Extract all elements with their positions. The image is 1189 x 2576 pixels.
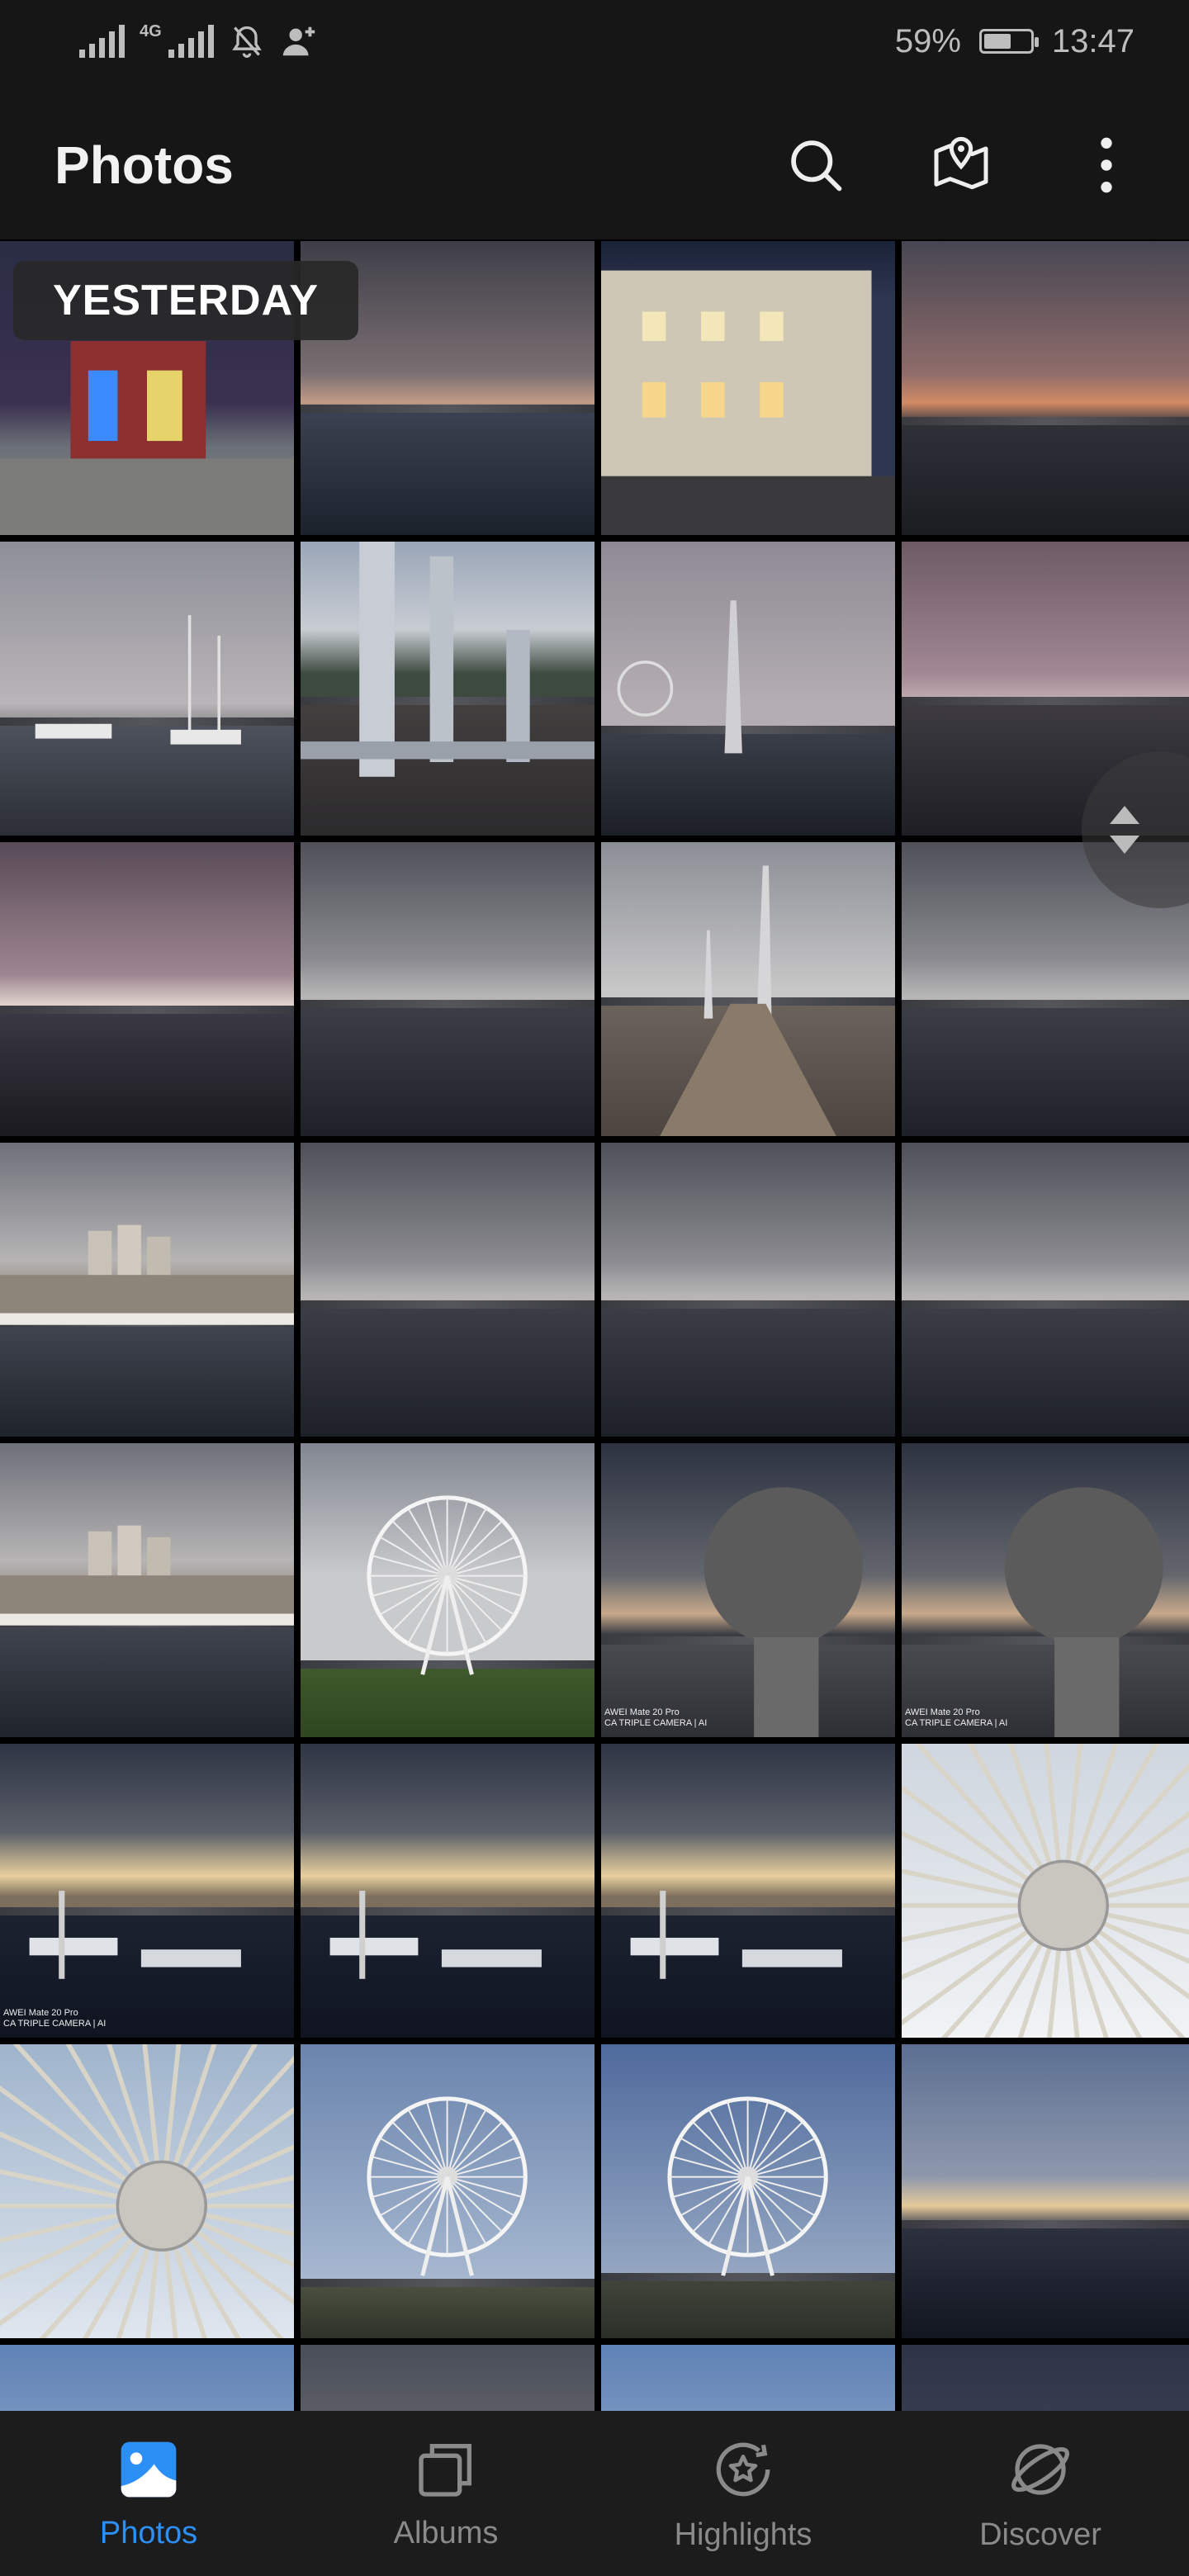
thumb-water bbox=[0, 1012, 294, 1136]
photo-thumbnail[interactable] bbox=[301, 1143, 594, 1437]
top-bar: 4G 59% 13:47 Photos bbox=[0, 0, 1189, 239]
photo-thumbnail[interactable]: AWEI Mate 20 Pro CA TRIPLE CAMERA | AI bbox=[601, 1443, 895, 1737]
battery-percent: 59% bbox=[894, 22, 961, 59]
photo-thumbnail[interactable]: AWEI Mate 20 Pro CA TRIPLE CAMERA | AI bbox=[0, 1744, 294, 2038]
app-bar: Photos bbox=[0, 116, 1189, 215]
scroll-down-arrow-icon bbox=[1110, 836, 1139, 854]
map-pin-icon bbox=[934, 136, 988, 190]
photo-thumbnail[interactable] bbox=[601, 1143, 895, 1437]
thumb-horizon bbox=[902, 1300, 1189, 1309]
photo-thumbnail[interactable] bbox=[301, 1443, 594, 1737]
search-icon bbox=[791, 140, 842, 192]
thumb-horizon bbox=[301, 1000, 594, 1009]
thumb-horizon bbox=[301, 1300, 594, 1309]
nav-label: Discover bbox=[979, 2517, 1101, 2552]
photo-grid: AWEI Mate 20 Pro CA TRIPLE CAMERA | AI AW… bbox=[0, 241, 1189, 2421]
photo-thumbnail[interactable] bbox=[0, 1443, 294, 1737]
camera-watermark: AWEI Mate 20 Pro CA TRIPLE CAMERA | AI bbox=[604, 1707, 708, 1728]
camera-watermark: AWEI Mate 20 Pro CA TRIPLE CAMERA | AI bbox=[905, 1707, 1008, 1728]
thumb-water bbox=[902, 2226, 1189, 2338]
thumb-horizon bbox=[601, 1300, 895, 1309]
map-button[interactable] bbox=[928, 132, 994, 198]
thumb-water bbox=[902, 423, 1189, 535]
scroll-up-arrow-icon bbox=[1110, 806, 1139, 824]
battery-icon bbox=[978, 29, 1039, 54]
thumb-water bbox=[301, 1307, 594, 1437]
bottom-navigation: Photos Albums Highlights Discover bbox=[0, 2411, 1189, 2576]
photo-thumbnail[interactable] bbox=[301, 2345, 594, 2421]
thumb-water bbox=[902, 1006, 1189, 1136]
albums-icon bbox=[419, 2443, 471, 2497]
photo-thumbnail[interactable] bbox=[601, 2044, 895, 2338]
nav-discover[interactable]: Discover bbox=[892, 2411, 1189, 2576]
photo-thumbnail[interactable] bbox=[0, 2044, 294, 2338]
photo-thumbnail[interactable]: AWEI Mate 20 Pro CA TRIPLE CAMERA | AI bbox=[902, 1443, 1189, 1737]
thumb-horizon bbox=[902, 2219, 1189, 2228]
photo-thumbnail[interactable] bbox=[0, 2345, 294, 2421]
photo-thumbnail[interactable] bbox=[601, 2345, 895, 2421]
signal-icon bbox=[79, 25, 125, 58]
photo-thumbnail[interactable] bbox=[601, 542, 895, 836]
date-section-label: YESTERDAY bbox=[13, 261, 359, 340]
more-vertical-icon bbox=[1101, 137, 1112, 193]
add-contact-icon bbox=[282, 26, 315, 56]
more-options-button[interactable] bbox=[1073, 132, 1139, 198]
photo-thumbnail[interactable] bbox=[902, 2044, 1189, 2338]
thumb-water bbox=[301, 1006, 594, 1136]
photo-thumbnail[interactable] bbox=[0, 542, 294, 836]
clock: 13:47 bbox=[1051, 22, 1135, 59]
photo-thumbnail[interactable] bbox=[601, 1744, 895, 2038]
nav-highlights[interactable]: Highlights bbox=[594, 2411, 892, 2576]
thumb-water bbox=[301, 411, 594, 535]
thumb-horizon bbox=[0, 1006, 294, 1015]
photo-thumbnail[interactable] bbox=[301, 2044, 594, 2338]
photo-thumbnail[interactable] bbox=[902, 1744, 1189, 2038]
nav-albums[interactable]: Albums bbox=[297, 2411, 594, 2576]
search-button[interactable] bbox=[783, 132, 849, 198]
photo-thumbnail[interactable] bbox=[902, 2345, 1189, 2421]
thumb-water bbox=[902, 1307, 1189, 1437]
photo-thumbnail[interactable] bbox=[601, 842, 895, 1136]
page-title: Photos bbox=[54, 135, 234, 195]
thumb-water bbox=[601, 1307, 895, 1437]
photo-thumbnail[interactable] bbox=[301, 842, 594, 1136]
highlights-icon bbox=[716, 2442, 770, 2496]
signal-4g-icon bbox=[168, 25, 214, 58]
nav-label: Photos bbox=[99, 2515, 198, 2550]
status-bar: 4G 59% 13:47 bbox=[0, 0, 1189, 83]
bell-muted-icon bbox=[231, 26, 262, 58]
photo-thumbnail[interactable] bbox=[902, 1143, 1189, 1437]
camera-watermark: AWEI Mate 20 Pro CA TRIPLE CAMERA | AI bbox=[3, 2008, 107, 2029]
photos-icon bbox=[121, 2441, 177, 2497]
photo-thumbnail[interactable] bbox=[301, 1744, 594, 2038]
discover-icon bbox=[1011, 2443, 1069, 2495]
photo-thumbnail[interactable] bbox=[0, 1143, 294, 1437]
photo-thumbnail[interactable] bbox=[902, 241, 1189, 535]
network-type-label: 4G bbox=[140, 22, 162, 40]
thumb-horizon bbox=[902, 696, 1189, 705]
thumb-horizon bbox=[902, 416, 1189, 425]
nav-label: Albums bbox=[393, 2515, 499, 2550]
thumb-horizon bbox=[902, 1000, 1189, 1009]
photo-thumbnail[interactable] bbox=[301, 542, 594, 836]
thumb-horizon bbox=[301, 2278, 594, 2287]
thumb-water bbox=[301, 2285, 594, 2338]
photo-thumbnail[interactable] bbox=[601, 241, 895, 535]
nav-label: Highlights bbox=[674, 2517, 812, 2552]
nav-photos[interactable]: Photos bbox=[0, 2411, 297, 2576]
thumb-horizon bbox=[301, 405, 594, 414]
photo-thumbnail[interactable] bbox=[0, 842, 294, 1136]
thumb-water bbox=[601, 2279, 895, 2338]
